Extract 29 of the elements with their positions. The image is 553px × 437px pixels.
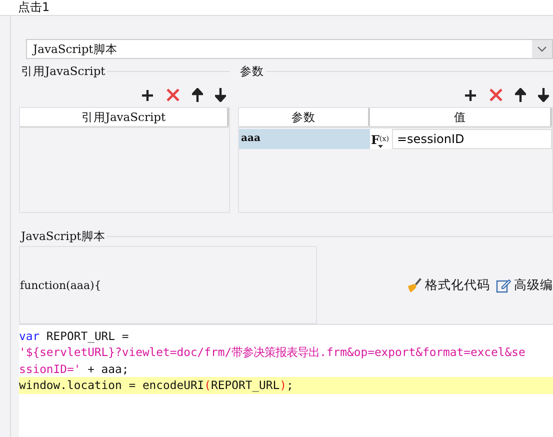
broom-icon — [406, 277, 422, 293]
delete-icon[interactable] — [166, 88, 180, 102]
code-line: ssionID=' + aaa; — [19, 360, 130, 378]
function-signature: function(aaa){ — [20, 278, 102, 292]
format-code-button[interactable]: 格式化代码 — [406, 276, 490, 294]
code-editor[interactable]: var REPORT_URL = '${servletURL}?viewlet=doc/frm/带参决策报表导出.frm&op=export&format=excel&se ssionID=' + aaa; window.location = encodeURI(REPORT_URL); — [19, 324, 553, 437]
delete-icon[interactable] — [489, 88, 503, 102]
column-header: 值 — [370, 108, 552, 126]
section-legend: 参数 — [240, 64, 264, 79]
chevron-down-icon — [532, 40, 552, 58]
column-header: 引用JavaScript — [20, 108, 229, 126]
code-line: '${servletURL}?viewlet=doc/frm/带参决策报表导出.frm&op=export&format=excel&se — [19, 344, 526, 361]
up-arrow-icon[interactable] — [192, 88, 203, 102]
add-icon[interactable] — [464, 88, 477, 102]
up-arrow-icon[interactable] — [515, 88, 526, 102]
advanced-edit-button[interactable]: 高级编 — [496, 276, 553, 294]
add-icon[interactable] — [141, 88, 154, 102]
value-field[interactable]: =sessionID — [392, 129, 552, 149]
table-cell[interactable]: aaa — [239, 129, 370, 149]
down-arrow-icon[interactable] — [538, 88, 549, 102]
window-title: 点击1 — [18, 1, 51, 14]
caret-icon — [378, 145, 383, 148]
down-arrow-icon[interactable] — [215, 88, 226, 102]
script-type-dropdown[interactable]: JavaScript脚本 — [26, 39, 553, 59]
pencil-icon — [496, 278, 511, 292]
section-legend: 引用JavaScript — [21, 64, 106, 79]
column-header: 参数 — [239, 108, 370, 126]
code-line: var REPORT_URL = — [19, 328, 130, 344]
section-legend: JavaScript脚本 — [21, 229, 106, 244]
